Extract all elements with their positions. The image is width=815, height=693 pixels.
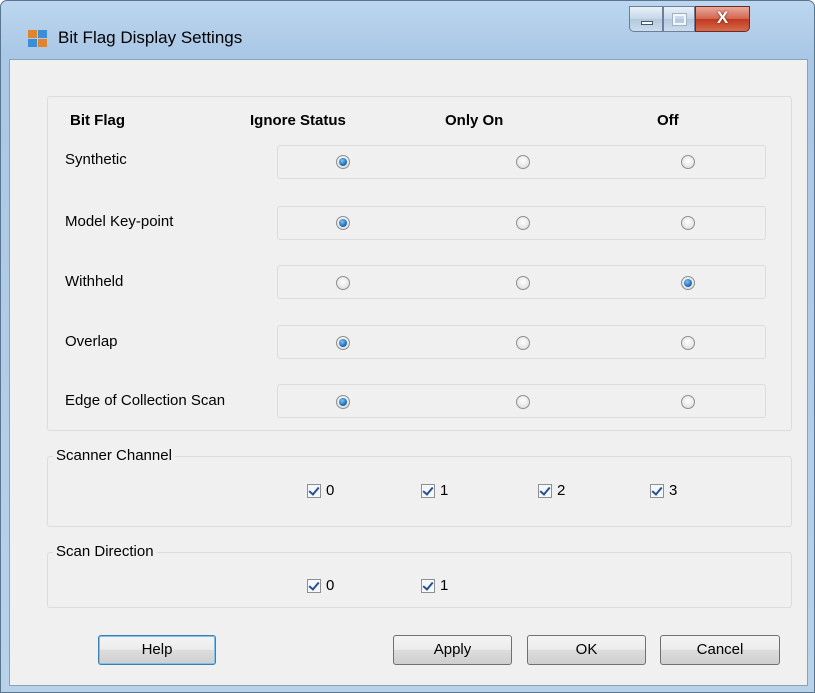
radio-model-key-point-ignore-status[interactable] — [336, 216, 350, 230]
radio-synthetic-ignore-status[interactable] — [336, 155, 350, 169]
window-title: Bit Flag Display Settings — [58, 28, 243, 47]
checkbox-label: 1 — [440, 577, 449, 594]
flag-label-edge-of-collection-scan: Edge of Collection Scan — [65, 392, 226, 409]
flag-label-synthetic: Synthetic — [65, 151, 127, 168]
flag-row-overlap — [277, 325, 766, 359]
scan-direction-title: Scan Direction — [53, 543, 157, 560]
checkbox-box[interactable] — [538, 483, 552, 498]
flag-label-model-key-point: Model Key-point — [65, 213, 174, 230]
checkbox-box[interactable] — [307, 483, 321, 498]
flag-label-withheld: Withheld — [65, 273, 124, 290]
checkbox-label: 0 — [326, 482, 335, 499]
column-header-off: Off — [657, 112, 679, 129]
help-button[interactable]: Help — [98, 635, 216, 665]
checkbox-label: 2 — [557, 482, 566, 499]
radio-overlap-off[interactable] — [681, 336, 695, 350]
close-icon: X — [716, 8, 729, 27]
radio-withheld-only-on[interactable] — [516, 276, 530, 290]
radio-edge-of-collection-scan-off[interactable] — [681, 395, 695, 409]
maximize-button[interactable] — [663, 6, 695, 32]
flag-row-synthetic — [277, 145, 766, 179]
column-header-bit-flag: Bit Flag — [70, 112, 125, 129]
radio-model-key-point-off[interactable] — [681, 216, 695, 230]
scan-direction-group: Scan Direction 0 1 — [47, 543, 792, 608]
radio-synthetic-off[interactable] — [681, 155, 695, 169]
scan-direction-1-checkbox[interactable]: 1 — [421, 577, 448, 594]
radio-withheld-ignore-status[interactable] — [336, 276, 350, 290]
checkbox-box[interactable] — [421, 483, 435, 498]
column-header-ignore-status: Ignore Status — [250, 112, 346, 129]
minimize-icon — [641, 21, 653, 25]
checkbox-box[interactable] — [307, 578, 321, 593]
flag-row-withheld — [277, 265, 766, 299]
checkbox-box[interactable] — [650, 483, 664, 498]
radio-edge-of-collection-scan-ignore-status[interactable] — [336, 395, 350, 409]
radio-withheld-off[interactable] — [681, 276, 695, 290]
cancel-button[interactable]: Cancel — [660, 635, 780, 665]
radio-synthetic-only-on[interactable] — [516, 155, 530, 169]
title-bar[interactable]: Bit Flag Display Settings X — [1, 1, 814, 59]
scanner-channel-2-checkbox[interactable]: 2 — [538, 482, 565, 499]
column-header-only-on: Only On — [445, 112, 504, 129]
app-icon — [28, 30, 48, 48]
radio-overlap-only-on[interactable] — [516, 336, 530, 350]
minimize-button[interactable] — [629, 6, 663, 32]
scanner-channel-1-checkbox[interactable]: 1 — [421, 482, 448, 499]
scanner-channel-title: Scanner Channel — [53, 447, 175, 464]
flag-label-overlap: Overlap — [65, 333, 118, 350]
maximize-icon — [672, 13, 687, 26]
checkbox-label: 3 — [669, 482, 678, 499]
flag-row-model-key-point — [277, 206, 766, 240]
ok-button[interactable]: OK — [527, 635, 646, 665]
checkbox-label: 0 — [326, 577, 335, 594]
flag-row-edge-of-collection-scan — [277, 384, 766, 418]
radio-model-key-point-only-on[interactable] — [516, 216, 530, 230]
apply-button[interactable]: Apply — [393, 635, 512, 665]
scanner-channel-group: Scanner Channel 0 1 2 3 — [47, 447, 792, 527]
dialog-window: Bit Flag Display Settings X Bit Flag Ign… — [0, 0, 815, 693]
checkbox-box[interactable] — [421, 578, 435, 593]
close-button[interactable]: X — [695, 6, 750, 32]
scanner-channel-0-checkbox[interactable]: 0 — [307, 482, 334, 499]
checkbox-label: 1 — [440, 482, 449, 499]
scan-direction-0-checkbox[interactable]: 0 — [307, 577, 334, 594]
dialog-client-area: Bit Flag Ignore Status Only On Off Synth… — [9, 59, 808, 686]
radio-overlap-ignore-status[interactable] — [336, 336, 350, 350]
radio-edge-of-collection-scan-only-on[interactable] — [516, 395, 530, 409]
scanner-channel-3-checkbox[interactable]: 3 — [650, 482, 677, 499]
